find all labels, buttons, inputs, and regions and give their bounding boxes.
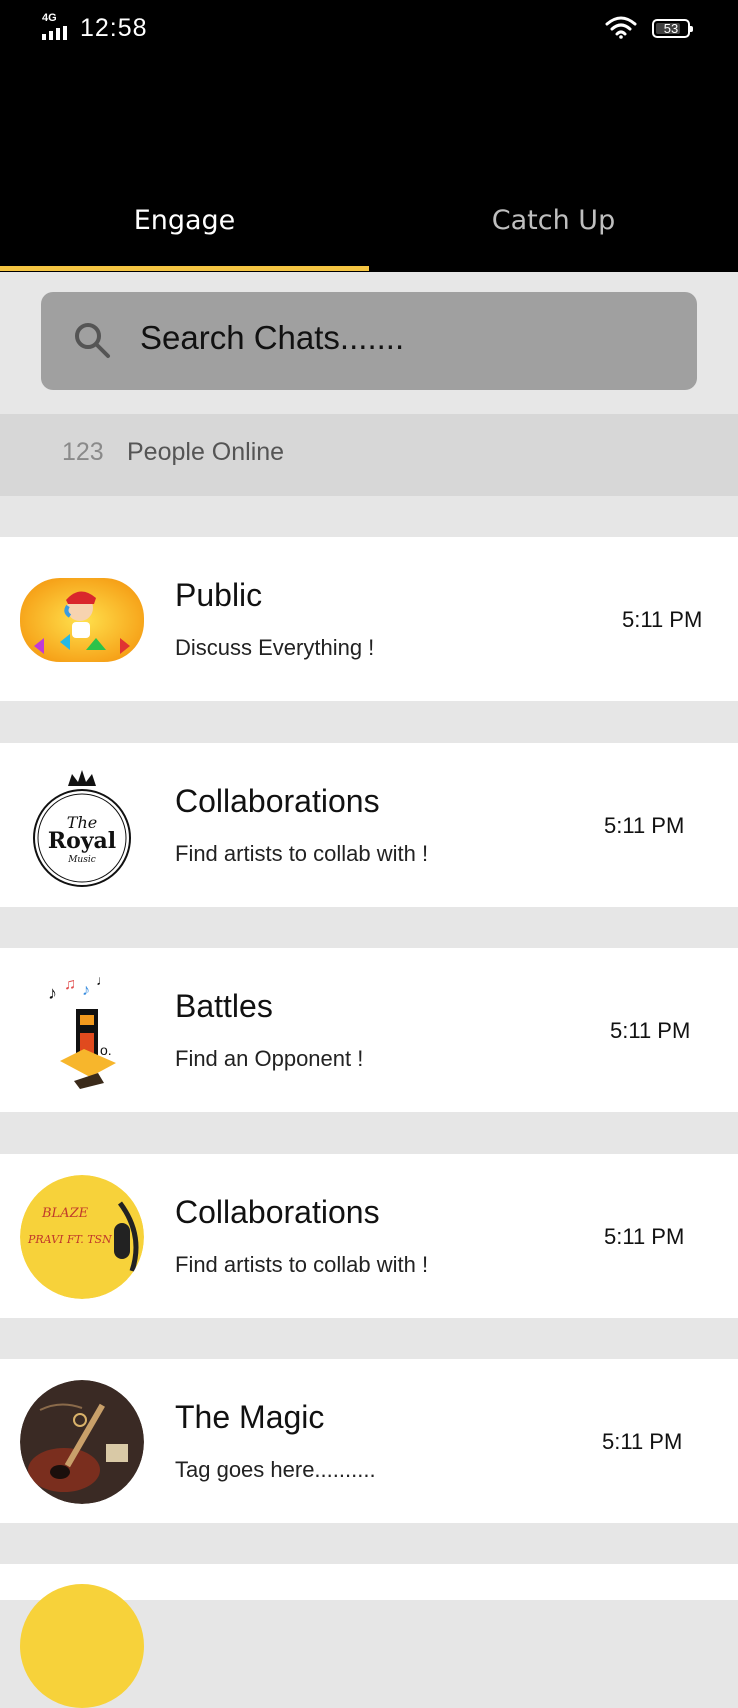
chat-subtitle: Find artists to collab with !: [175, 841, 429, 866]
chat-time: 5:11 PM: [622, 607, 703, 632]
blaze-headphones-avatar: BLAZE PRAVI FT. TSN: [20, 1175, 144, 1299]
avatar-text: PRAVI FT. TSN: [27, 1233, 112, 1246]
chat-time: 5:11 PM: [602, 1429, 683, 1454]
battery-level: 53: [663, 21, 679, 36]
chat-subtitle: Tag goes here..........: [175, 1457, 376, 1482]
tab-catch-up[interactable]: Catch Up: [369, 196, 738, 246]
online-count: 123: [62, 438, 104, 466]
svg-text:♪: ♪: [48, 983, 57, 1003]
chat-item-partial[interactable]: [0, 1564, 738, 1708]
chat-title: The Magic: [175, 1399, 325, 1435]
search-placeholder: Search Chats.......: [140, 319, 405, 356]
chat-title: Collaborations: [175, 783, 380, 819]
search-icon: [75, 323, 110, 358]
chat-subtitle: Discuss Everything !: [175, 635, 375, 660]
avatar-text: BLAZE: [41, 1206, 89, 1221]
chat-title: Public: [175, 577, 263, 613]
avatar: [20, 1584, 144, 1708]
cartoon-singer-avatar: [20, 578, 144, 662]
online-status-bar: [0, 414, 738, 496]
battery-icon: 53: [652, 19, 693, 38]
svg-text:o.: o.: [100, 1042, 112, 1058]
status-time: 12:58: [80, 14, 148, 42]
the-royal-music-logo: The Royal Music: [20, 764, 144, 888]
chat-title: Collaborations: [175, 1194, 380, 1230]
svg-text:Music: Music: [67, 855, 96, 865]
chat-subtitle: Find artists to collab with !: [175, 1252, 429, 1277]
guitar-instruments-avatar: [20, 1380, 144, 1504]
chat-item-battles[interactable]: ♪ ♫ ♪ ♩ o. Battles Find an Opponent ! 5:…: [0, 948, 738, 1112]
wifi-icon: [605, 16, 637, 39]
active-tab-indicator: [0, 266, 369, 271]
chat-item-collaborations[interactable]: The Royal Music Collaborations Find arti…: [0, 743, 738, 907]
chat-item-public[interactable]: Public Discuss Everything ! 5:11 PM: [0, 537, 738, 701]
chat-subtitle: Find an Opponent !: [175, 1046, 364, 1071]
online-label: People Online: [127, 438, 285, 466]
chat-time: 5:11 PM: [610, 1018, 691, 1043]
tab-engage[interactable]: Engage: [0, 196, 369, 246]
music-notes-avatar: ♪ ♫ ♪ ♩ o.: [20, 969, 144, 1093]
chat-item-the-magic[interactable]: The Magic Tag goes here.......... 5:11 P…: [0, 1359, 738, 1523]
network-type: 4G: [42, 12, 57, 24]
cellular-signal-icon: 4G: [40, 12, 74, 42]
svg-text:♩: ♩: [96, 972, 110, 988]
svg-text:♫: ♫: [64, 976, 76, 993]
svg-text:Royal: Royal: [48, 828, 116, 854]
svg-text:♪: ♪: [82, 982, 90, 999]
chat-time: 5:11 PM: [604, 1224, 685, 1249]
chat-title: Battles: [175, 988, 273, 1024]
chat-item-collaborations-2[interactable]: BLAZE PRAVI FT. TSN Collaborations Find …: [0, 1154, 738, 1318]
chat-time: 5:11 PM: [604, 813, 685, 838]
